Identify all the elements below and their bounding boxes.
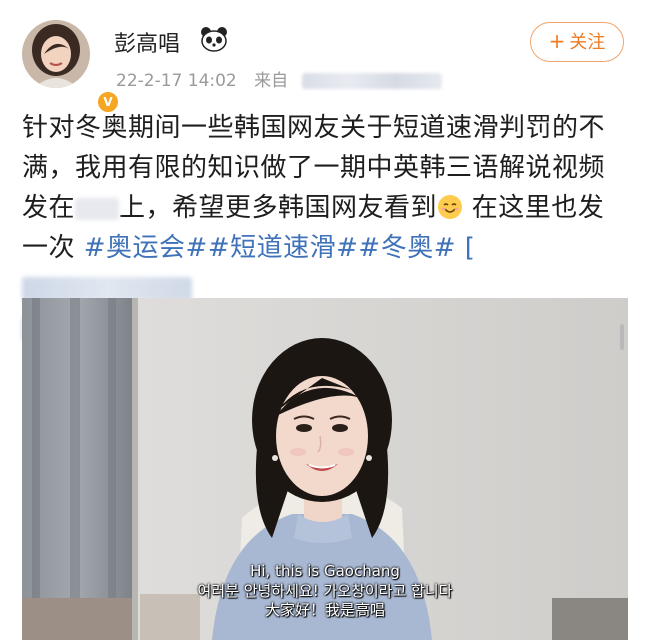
post-text-fragment: 发在	[22, 193, 76, 223]
weibo-post: V 彭高唱 22-2-17 14:02 来自 + 关注 针对冬奥期间一些韩国网友关…	[0, 0, 648, 640]
post-text-fragment: 在这里也发	[463, 193, 605, 223]
avatar[interactable]: V	[22, 20, 120, 114]
blurred-source	[301, 73, 442, 89]
post-line: 发在 上，希望更多韩国网友看到 在这里也发	[22, 188, 628, 228]
panda-icon	[201, 27, 227, 52]
blurred-platform	[75, 197, 120, 220]
post-text-fragment: 上，希望更多韩国网友看到	[119, 193, 438, 223]
hashtag-olympics[interactable]: #奥运会#	[84, 233, 208, 263]
post-line: 一次 #奥运会##短道速滑##冬奥# [	[22, 228, 628, 308]
video-player[interactable]: Hi, this is Gaochang 여러분 안녕하세요! 가오창이라고 합…	[22, 298, 628, 640]
blurred-link[interactable]	[22, 276, 192, 301]
hashtag-partial[interactable]: [	[456, 233, 475, 263]
avatar-photo	[22, 20, 90, 88]
subtitle-chinese: 大家好！我是高唱	[264, 601, 385, 619]
subtitle-korean: 여러분 안녕하세요! 가오창이라고 합니다	[197, 582, 453, 600]
plus-icon: +	[548, 29, 566, 53]
post-text-fragment: 一次	[22, 233, 84, 263]
subtitle-english: Hi, this is Gaochang	[250, 562, 400, 580]
hashtag-winter-olympics[interactable]: #冬奥#	[358, 233, 456, 263]
post-date: 22-2-17 14:02	[116, 71, 237, 91]
follow-label: 关注	[569, 32, 606, 53]
post-line: 针对冬奥期间一些韩国网友关于短道速滑判罚的不	[22, 113, 606, 143]
username[interactable]: 彭高唱	[114, 26, 180, 58]
follow-button[interactable]: + 关注	[530, 22, 624, 62]
post-source-label: 来自	[254, 71, 289, 91]
post-meta: 22-2-17 14:02 来自	[116, 66, 442, 91]
hashtag-short-track[interactable]: #短道速滑#	[208, 233, 359, 263]
video-scroll-indicator	[620, 324, 624, 350]
post-line: 满，我用有限的知识做了一期中英韩三语解说视频	[22, 153, 606, 183]
smile-emoji-icon	[438, 195, 463, 219]
